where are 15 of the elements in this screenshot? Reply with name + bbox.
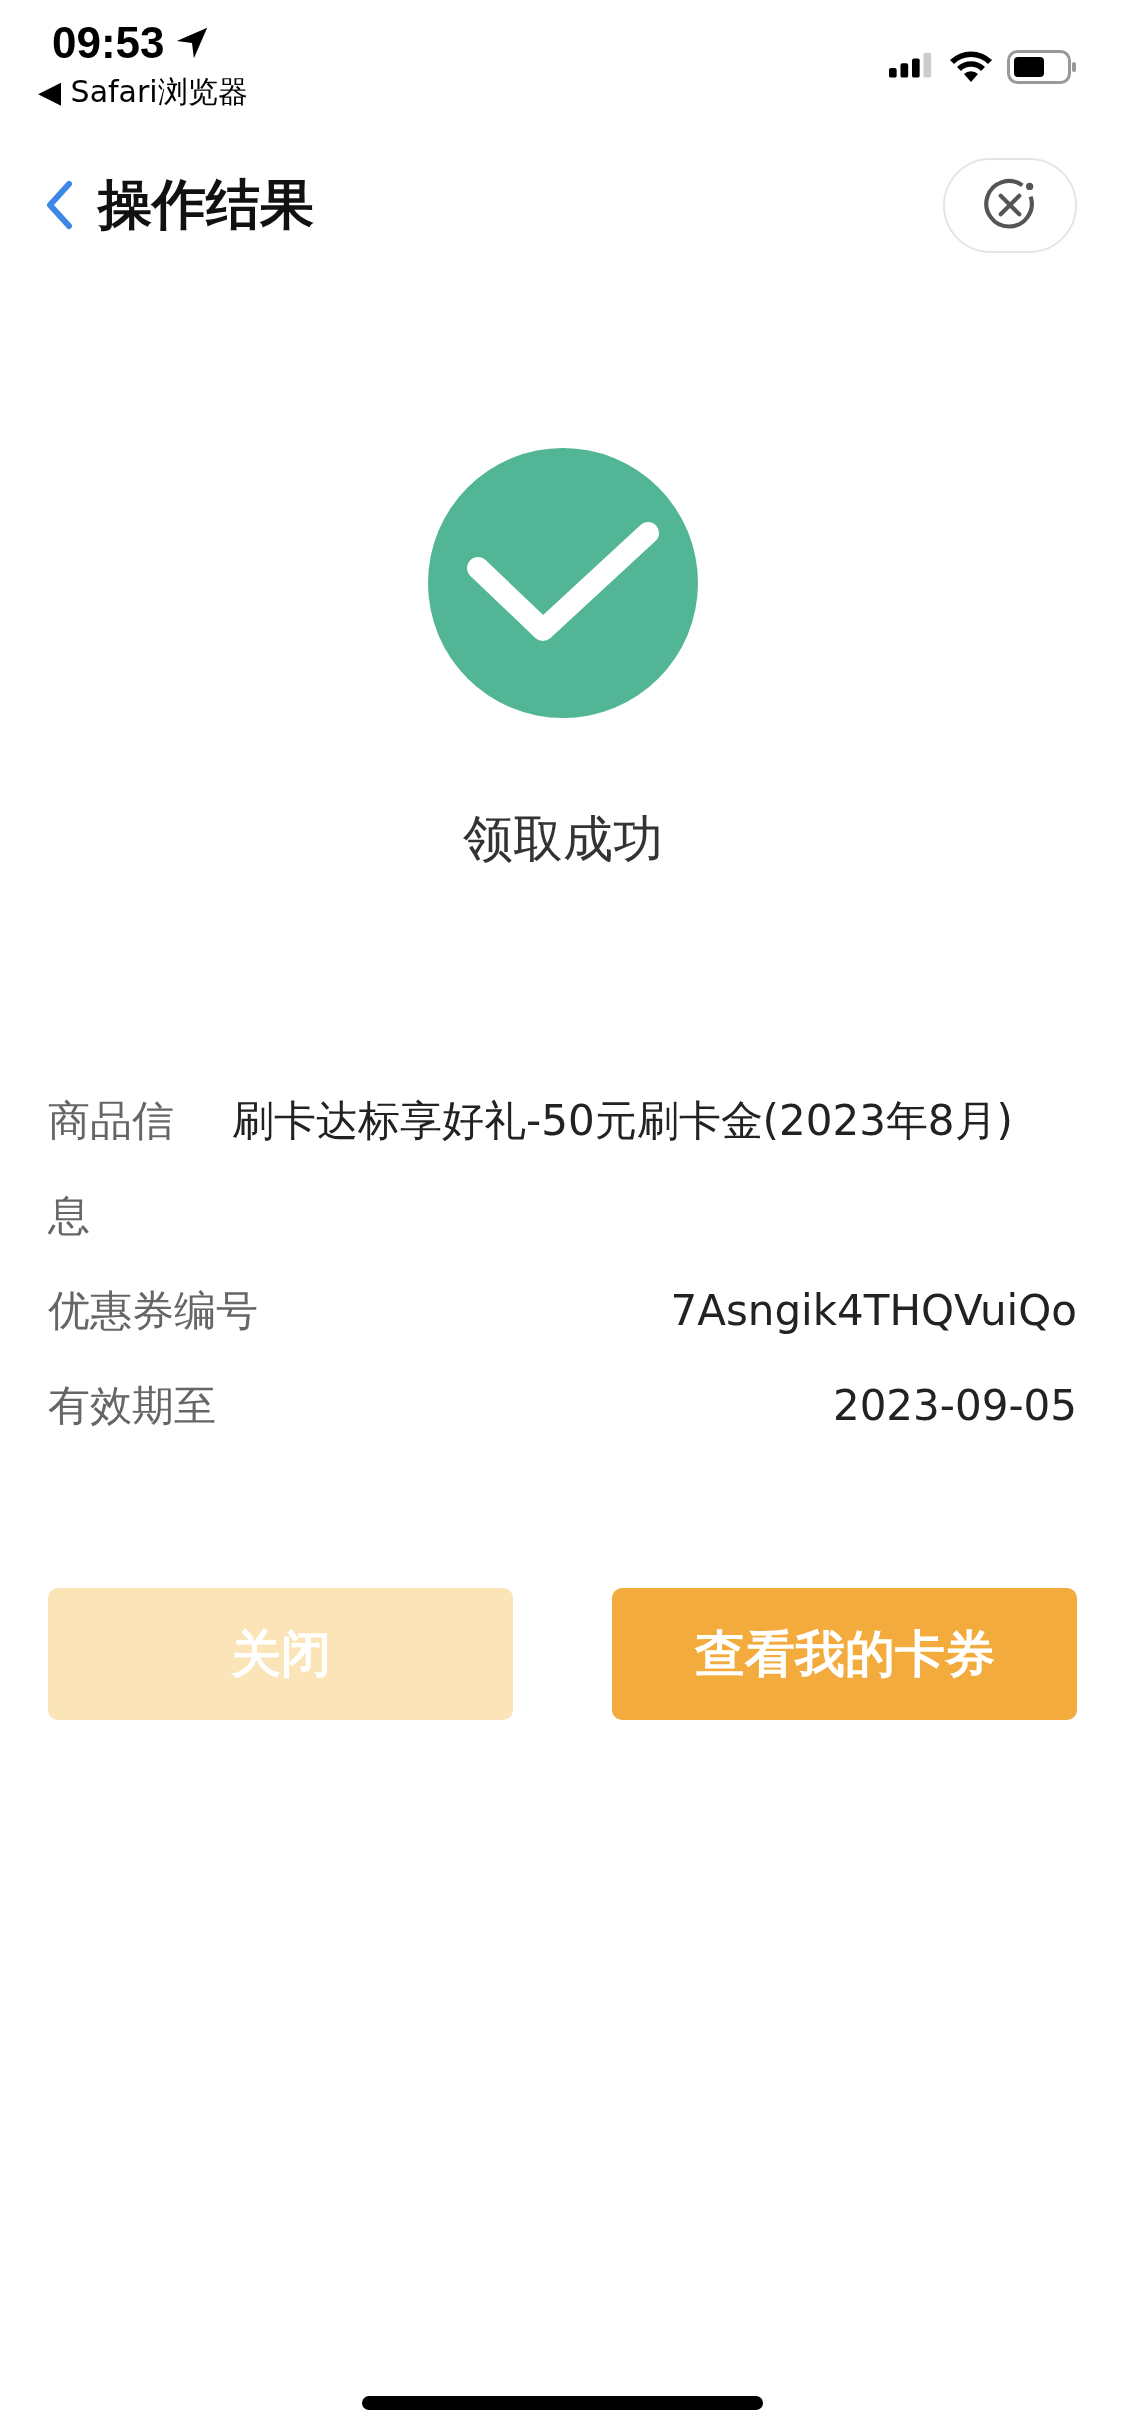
detail-value: 7Asngik4THQVuiQo [670, 1285, 1077, 1337]
back-icon[interactable] [44, 180, 74, 230]
back-to-app-link[interactable]: ◀ Safari浏览器 [38, 72, 248, 113]
wifi-icon [949, 51, 993, 83]
success-check-icon [427, 448, 698, 718]
page-title: 操作结果 [98, 171, 314, 238]
detail-value: 刷卡达标享好礼-50元刷卡金(2023年8月) [232, 1095, 1014, 1147]
status-time: 09:53 [52, 18, 165, 68]
action-button[interactable]: 查看我的卡券 [612, 1588, 1077, 1720]
battery-icon [1007, 50, 1077, 84]
detail-value: 2023-09-05 [832, 1380, 1077, 1432]
detail-label: 商品信息 [48, 1095, 175, 1242]
detail-label: 有效期至 [48, 1380, 216, 1432]
result-message: 领取成功 [462, 809, 663, 870]
detail-label: 优惠券编号 [48, 1285, 258, 1337]
